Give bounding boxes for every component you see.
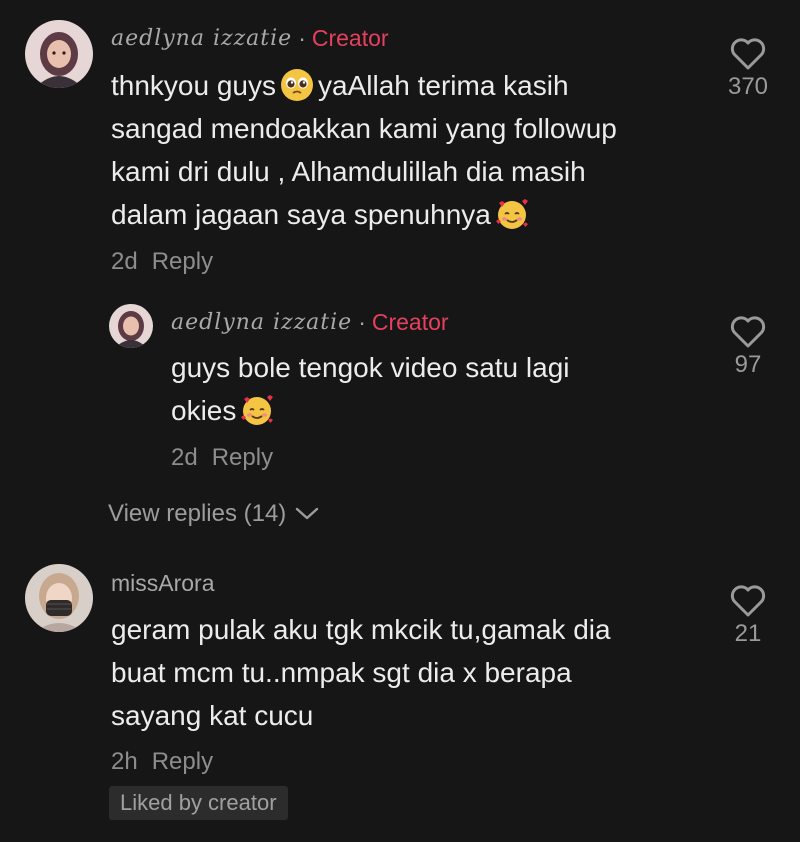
- text-line: dalam jagaan saya spenuhnya: [111, 193, 617, 236]
- comment-meta: 2d Reply: [111, 248, 213, 276]
- like-button[interactable]: 370: [713, 35, 783, 101]
- creator-badge: Creator: [311, 25, 389, 51]
- text-line: thnkyou guys yaAllah terima kasih: [111, 64, 617, 107]
- avatar[interactable]: [25, 564, 93, 632]
- smiling-face-with-hearts-emoji: [495, 197, 529, 231]
- text-line: okies: [171, 389, 570, 432]
- creator-badge: Creator: [371, 309, 449, 335]
- heart-outline-icon: [730, 585, 766, 617]
- avatar[interactable]: [25, 20, 93, 88]
- comment-text: thnkyou guys yaAllah terima kasih sangad …: [111, 64, 617, 236]
- text-line: kami dri dulu , Alhamdulillah dia masih: [111, 156, 586, 187]
- like-count: 370: [727, 73, 769, 100]
- username-row: aedlyna izzatie · Creator: [171, 309, 449, 336]
- comment-text: geram pulak aku tgk mkcik tu,gamak dia b…: [111, 608, 611, 737]
- comment-text: guys bole tengok video satu lagi okies: [171, 346, 570, 432]
- like-count: 21: [734, 620, 762, 647]
- text-segment: yaAllah terima kasih: [318, 70, 569, 101]
- like-button[interactable]: 97: [713, 313, 783, 379]
- timestamp: 2d: [171, 444, 198, 471]
- text-line: sangad mendoakkan kami yang followup: [111, 113, 617, 144]
- username-row: missArora: [111, 570, 215, 597]
- comment-meta: 2d Reply: [171, 444, 273, 472]
- separator: ·: [298, 25, 306, 51]
- text-segment: dalam jagaan saya spenuhnya: [111, 199, 491, 230]
- separator: ·: [358, 309, 366, 335]
- username-row: aedlyna izzatie · Creator: [111, 25, 389, 52]
- pleading-face-emoji: [280, 68, 314, 102]
- view-replies-label: View replies (14): [108, 500, 287, 527]
- liked-by-creator-badge: Liked by creator: [109, 786, 288, 820]
- reply-button[interactable]: Reply: [152, 248, 213, 275]
- text-segment: okies: [171, 395, 237, 426]
- timestamp: 2h: [111, 748, 138, 775]
- text-segment: thnkyou guys: [111, 70, 276, 101]
- text-line: guys bole tengok video satu lagi: [171, 352, 570, 383]
- heart-outline-icon: [730, 38, 766, 70]
- view-replies-button[interactable]: View replies (14): [108, 500, 320, 528]
- smiling-face-with-hearts-emoji: [240, 393, 274, 427]
- heart-outline-icon: [730, 316, 766, 348]
- text-line: sayang kat cucu: [111, 700, 314, 731]
- text-line: buat mcm tu..nmpak sgt dia x berapa: [111, 657, 572, 688]
- reply-button[interactable]: Reply: [152, 748, 213, 775]
- like-count: 97: [734, 351, 762, 378]
- comment-meta: 2h Reply: [111, 748, 213, 776]
- like-button[interactable]: 21: [713, 582, 783, 648]
- username[interactable]: aedlyna izzatie: [171, 310, 352, 335]
- username[interactable]: aedlyna izzatie: [111, 26, 292, 51]
- text-line: geram pulak aku tgk mkcik tu,gamak dia: [111, 614, 611, 645]
- avatar[interactable]: [109, 304, 153, 348]
- username[interactable]: missArora: [111, 570, 215, 597]
- timestamp: 2d: [111, 248, 138, 275]
- reply-button[interactable]: Reply: [212, 444, 273, 471]
- chevron-down-icon: [296, 507, 319, 520]
